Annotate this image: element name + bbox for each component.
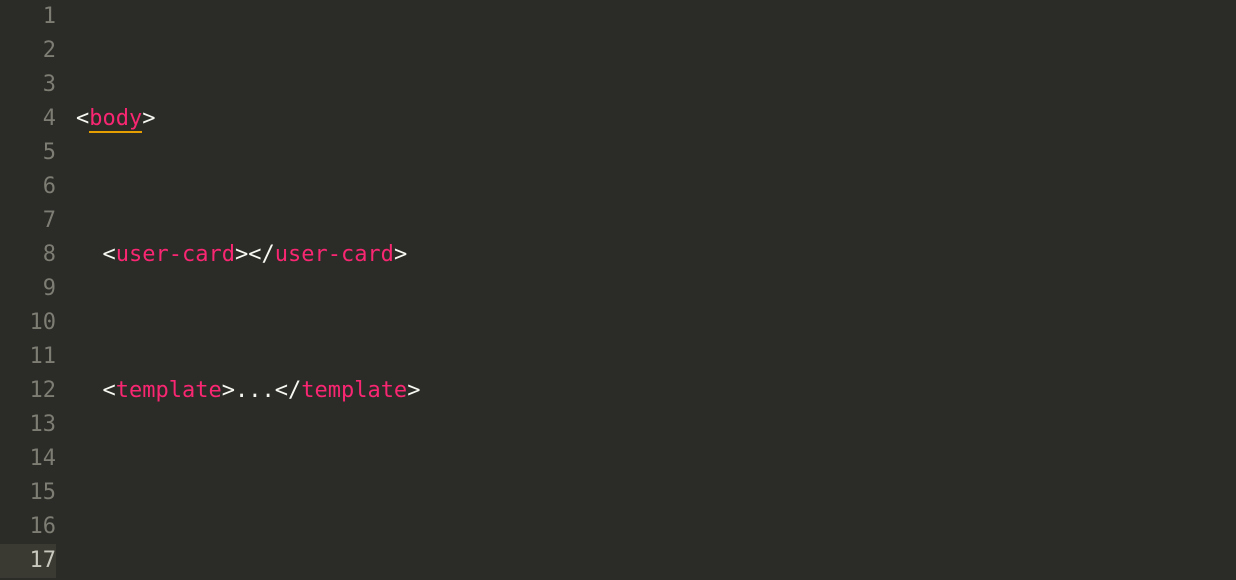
line-number: 13 [0, 408, 56, 442]
line-number: 9 [0, 272, 56, 306]
line-number: 1 [0, 0, 56, 34]
line-number: 14 [0, 442, 56, 476]
code-area[interactable]: <body> <user-card></user-card> <template… [70, 0, 1236, 580]
code-line[interactable] [76, 510, 1236, 544]
line-number: 7 [0, 204, 56, 238]
line-number: 3 [0, 68, 56, 102]
line-number: 2 [0, 34, 56, 68]
line-number: 4 [0, 102, 56, 136]
line-number: 5 [0, 136, 56, 170]
tag-template: template [116, 378, 222, 403]
line-number: 16 [0, 510, 56, 544]
tag-user-card: user-card [116, 242, 235, 267]
code-editor[interactable]: 1 2 3 4 5 6 7 8 9 10 11 12 13 14 15 16 1… [0, 0, 1236, 580]
line-number: 17 [0, 544, 56, 578]
line-number: 15 [0, 476, 56, 510]
line-number: 12 [0, 374, 56, 408]
code-line[interactable]: <template>...</template> [76, 374, 1236, 408]
line-number: 8 [0, 238, 56, 272]
line-number: 10 [0, 306, 56, 340]
tag-body-open: body [89, 106, 142, 133]
gutter: 1 2 3 4 5 6 7 8 9 10 11 12 13 14 15 16 1… [0, 0, 70, 580]
line-number: 11 [0, 340, 56, 374]
code-line[interactable]: <body> [76, 102, 1236, 136]
line-number: 6 [0, 170, 56, 204]
code-line[interactable]: <user-card></user-card> [76, 238, 1236, 272]
